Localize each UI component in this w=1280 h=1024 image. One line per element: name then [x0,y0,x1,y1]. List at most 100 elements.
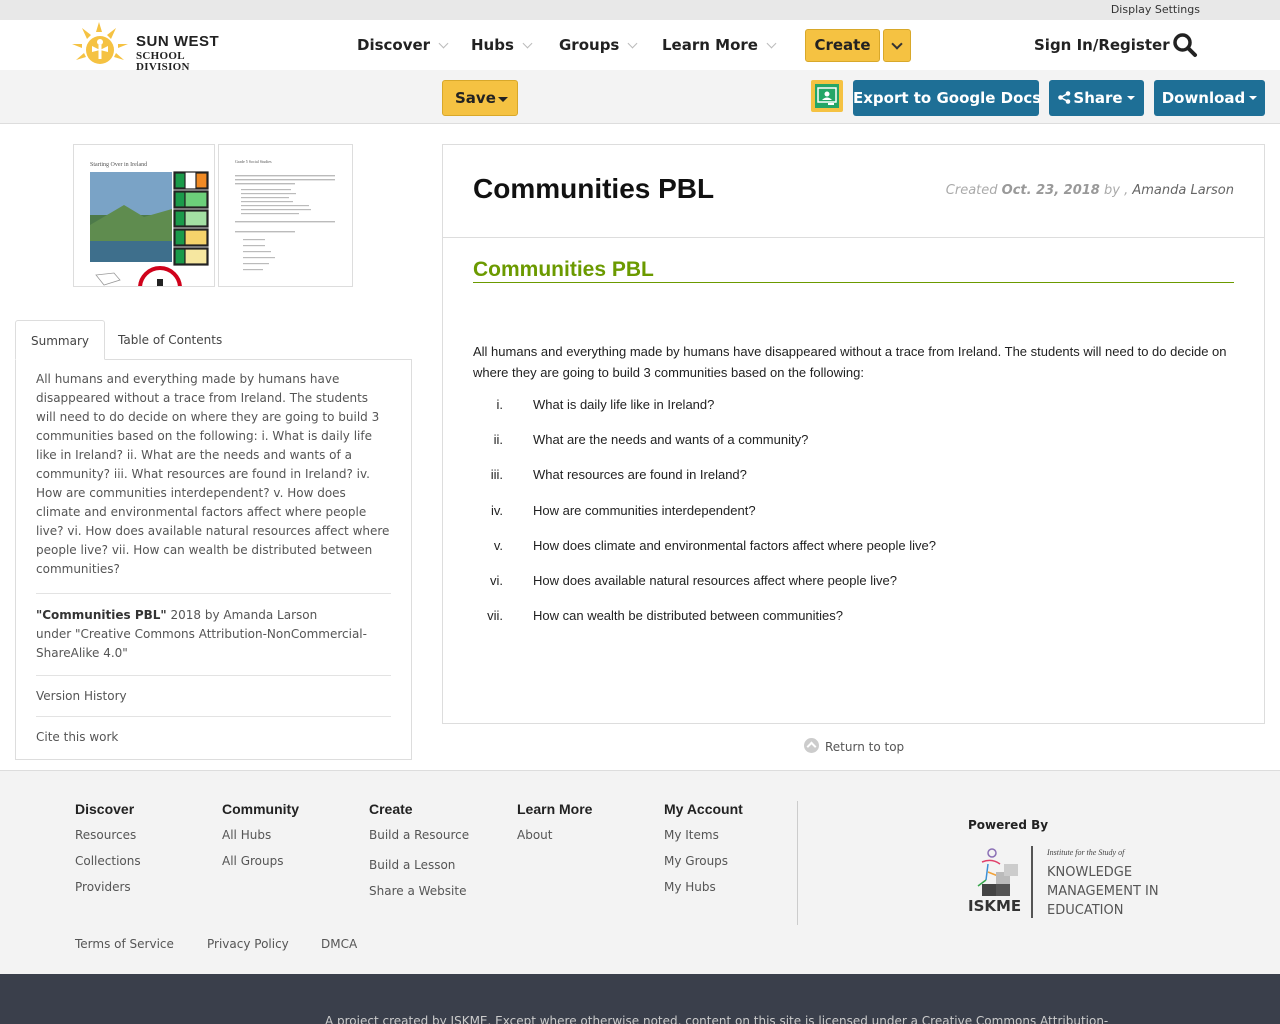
create-button[interactable]: Create [805,29,880,62]
chevron-down-icon [627,38,638,49]
footer-divider [797,801,798,925]
created-date: Oct. 23, 2018 [1001,183,1100,198]
nav-groups[interactable]: Groups [559,36,638,54]
share-button[interactable]: Share [1049,80,1144,116]
intro-paragraph: All humans and everything made by humans… [473,344,1227,380]
sun-logo-icon [72,22,128,64]
list-text: How can wealth be distributed between co… [533,608,844,624]
summary-panel: All humans and everything made by humans… [15,359,412,760]
created-label: Created [945,183,998,198]
export-google-docs-button[interactable]: Export to Google Docs [853,80,1041,116]
site-logo[interactable]: SUN WEST SCHOOL DIVISION [70,20,240,73]
return-to-top-link[interactable]: Return to top [804,738,904,754]
footer-link-collections[interactable]: Collections [75,854,141,868]
download-button[interactable]: Download [1154,80,1265,116]
tab-summary[interactable]: Summary [15,320,105,360]
author-link[interactable]: Amanda Larson [1132,183,1234,198]
document-preview-image: Starting Over in Ireland [74,145,214,286]
footer-heading: Discover [75,801,135,817]
footer-link-build-resource[interactable]: Build a Resource [369,828,469,842]
footer-col-learn-more: Learn More About [517,801,592,854]
document-preview-image: Grade 5 Social Studies [219,145,352,286]
nav-hubs[interactable]: Hubs [471,36,533,54]
list-text: What are the needs and wants of a commun… [533,432,809,448]
footer-heading: My Account [664,801,743,817]
iskme-text: KNOWLEDGE MANAGEMENT IN EDUCATION [1047,863,1159,920]
save-button[interactable]: Save [442,80,518,116]
list-item: iv. How are communities interdependent? [473,503,1234,538]
sidebar-tabs: Summary Table of Contents [15,320,412,360]
thumb2-title: Grade 5 Social Studies [235,159,272,164]
footer-link-providers[interactable]: Providers [75,880,141,894]
footer-link-about[interactable]: About [517,828,592,842]
create-dropdown-button[interactable] [883,29,911,62]
footer-link-my-groups[interactable]: My Groups [664,854,743,868]
tab-table-of-contents[interactable]: Table of Contents [103,320,237,360]
iskme-line3: EDUCATION [1047,903,1124,918]
attribution-license[interactable]: under "Creative Commons Attribution-NonC… [36,627,367,660]
nav-discover[interactable]: Discover [357,36,449,54]
page-title: Communities PBL [473,173,715,204]
chevron-down-icon [891,38,903,50]
chevron-down-icon [438,38,449,49]
list-number: ii. [493,432,503,448]
cite-this-work-link[interactable]: Cite this work [36,716,391,757]
list-item: iii. What resources are found in Ireland? [473,467,1234,502]
footer-link-all-hubs[interactable]: All Hubs [222,828,299,842]
resource-thumbnail-2[interactable]: Grade 5 Social Studies [218,144,353,287]
caret-down-icon [1126,96,1135,100]
footer-link-resources[interactable]: Resources [75,828,141,842]
footer-col-create: Create Build a Resource Build a Lesson S… [369,801,469,910]
license-bar: A project created by ISKME. Except where… [0,974,1280,1024]
footer-heading: Learn More [517,801,593,817]
footer-heading: Community [222,801,299,817]
section-title: Communities PBL [473,258,1234,283]
footer-link-my-items[interactable]: My Items [664,828,743,842]
powered-by-label: Powered By [968,818,1049,832]
iskme-line2: MANAGEMENT IN [1047,884,1159,899]
save-button-label: Save [455,89,496,107]
footer-heading: Create [369,801,413,817]
nav-learn-more[interactable]: Learn More [662,36,777,54]
footer-col-community: Community All Hubs All Groups [222,801,299,880]
footer-link-all-groups[interactable]: All Groups [222,854,299,868]
list-text: How does available natural resources aff… [533,572,897,588]
content-header: Communities PBL Created Oct. 23, 2018 by… [443,145,1264,238]
nav-groups-label: Groups [559,36,620,54]
list-number: v. [493,537,503,553]
iskme-line1: KNOWLEDGE [1047,865,1133,880]
chevron-down-icon [766,38,777,49]
terms-of-service-link[interactable]: Terms of Service [75,937,174,951]
arrow-up-icon [804,738,819,753]
footer-link-build-lesson[interactable]: Build a Lesson [369,858,469,872]
iskme-tagline: Institute for the Study of [1047,848,1125,857]
footer-link-my-hubs[interactable]: My Hubs [664,880,743,894]
resource-thumbnail-1[interactable]: Starting Over in Ireland [73,144,215,287]
iskme-wordmark: ISKME [968,897,1022,915]
classroom-person-icon [817,87,837,105]
list-item: i. What is daily life like in Ireland? [473,397,1234,432]
sign-in-register-link[interactable]: Sign In/Register [1034,36,1170,54]
privacy-policy-link[interactable]: Privacy Policy [207,937,289,951]
resource-toolbar: Save Export to Google Docs Share Downloa… [0,70,1280,124]
chevron-down-icon [522,38,533,49]
return-to-top-label: Return to top [825,740,905,754]
list-number: iv. [490,502,503,518]
created-by: by , [1104,183,1129,198]
list-text: How are communities interdependent? [533,502,756,518]
nav-hubs-label: Hubs [471,36,514,54]
iskme-logo[interactable]: Institute for the Study of KNOWLEDGE MAN… [968,846,1178,921]
caret-down-icon [498,97,508,102]
list-number: iii. [490,467,503,483]
display-settings-link[interactable]: Display Settings [1111,3,1200,16]
footer-link-share-website[interactable]: Share a Website [369,884,469,898]
iskme-figure-icon [977,848,1018,896]
attribution-block: "Communities PBL" 2018 by Amanda Larson … [36,593,391,663]
attribution-title: "Communities PBL" [36,608,167,622]
version-history-link[interactable]: Version History [36,675,391,716]
google-classroom-icon[interactable] [811,80,843,112]
download-button-label: Download [1161,89,1246,107]
utility-bar: Display Settings [0,0,1280,20]
dmca-link[interactable]: DMCA [321,937,357,951]
search-icon[interactable] [1172,32,1198,58]
